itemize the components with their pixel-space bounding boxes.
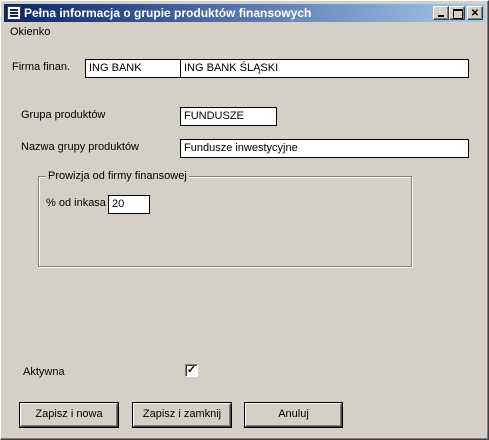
zapisz-i-nowa-button[interactable]: Zapisz i nowa	[20, 403, 118, 427]
firma-label: Firma finan.	[12, 61, 71, 73]
prowizja-groupbox	[38, 176, 412, 267]
zapisz-i-zamknij-button[interactable]: Zapisz i zamknij	[133, 403, 231, 427]
procent-field[interactable]: 20	[108, 195, 150, 214]
aktywna-checkbox[interactable]: ✓	[185, 364, 198, 377]
grupa-field[interactable]: FUNDUSZE	[180, 107, 277, 126]
check-icon: ✓	[186, 364, 197, 376]
app-icon[interactable]	[7, 6, 21, 20]
aktywna-label: Aktywna	[23, 366, 65, 378]
window-title: Pełna informacja o grupie produktów fina…	[24, 6, 312, 20]
grupa-label: Grupa produktów	[21, 109, 106, 121]
maximize-icon[interactable]	[449, 6, 465, 20]
firma-name-field[interactable]: ING BANK ŚLĄSKI	[180, 59, 469, 78]
procent-label: % od inkasa	[46, 197, 106, 209]
title-bar[interactable]: Pełna informacja o grupie produktów fina…	[4, 4, 485, 22]
nazwa-field[interactable]: Fundusze inwestycyjne	[180, 139, 469, 158]
nazwa-label: Nazwa grupy produktów	[21, 141, 140, 153]
menu-item-okienko[interactable]: Okienko	[10, 26, 50, 38]
anuluj-button[interactable]: Anuluj	[245, 403, 342, 427]
dialog-window: Pełna informacja o grupie produktów fina…	[0, 0, 489, 440]
prowizja-group-label: Prowizja od firmy finansowej	[46, 170, 189, 182]
minimize-icon[interactable]	[433, 6, 449, 20]
close-icon[interactable]	[467, 6, 483, 20]
firma-code-field[interactable]: ING BANK	[85, 59, 181, 78]
